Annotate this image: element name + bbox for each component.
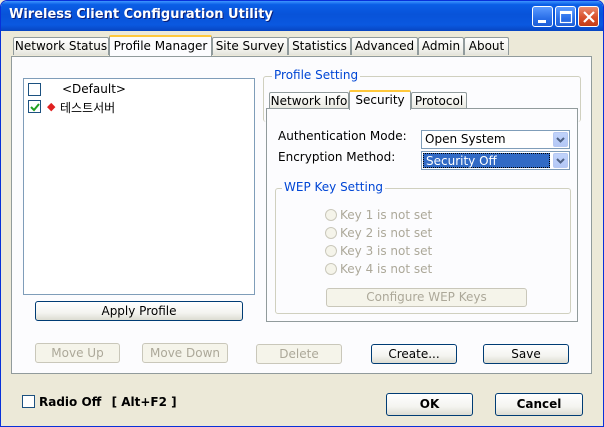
move-up-button[interactable]: Move Up — [35, 343, 120, 363]
configure-wep-keys-button[interactable]: Configure WEP Keys — [326, 288, 527, 307]
wep-key-title: WEP Key Setting — [282, 180, 386, 194]
ok-button[interactable]: OK — [386, 393, 473, 416]
tab-admin[interactable]: Admin — [418, 37, 464, 55]
wep-key-label: Key 1 is not set — [340, 208, 433, 222]
cancel-button[interactable]: Cancel — [495, 393, 583, 416]
maximize-button[interactable] — [555, 6, 576, 27]
auth-mode-label: Authentication Mode: — [278, 129, 407, 143]
create-button[interactable]: Create... — [371, 344, 457, 364]
wep-key-label: Key 4 is not set — [340, 262, 433, 276]
tab-site-survey[interactable]: Site Survey — [212, 37, 288, 55]
list-item[interactable]: ◆ 테스트서버 — [24, 97, 252, 116]
tab-advanced[interactable]: Advanced — [351, 37, 418, 55]
minimize-button[interactable] — [532, 6, 553, 27]
radio-off-checkbox[interactable] — [22, 395, 35, 408]
tab-profile-manager[interactable]: Profile Manager — [109, 35, 212, 56]
auth-mode-value: Open System — [425, 132, 506, 146]
tab-about[interactable]: About — [464, 37, 509, 55]
auth-mode-select[interactable]: Open System — [421, 130, 570, 149]
profile-name: <Default> — [62, 82, 126, 96]
app-window: Wireless Client Configuration Utility Ne… — [0, 0, 604, 427]
close-button[interactable] — [578, 6, 599, 27]
save-button[interactable]: Save — [483, 344, 569, 364]
dropdown-arrow-icon[interactable] — [553, 132, 568, 147]
apply-profile-button[interactable]: Apply Profile — [35, 301, 243, 321]
wep-key-label: Key 2 is not set — [340, 226, 433, 240]
profile-checkbox[interactable] — [28, 83, 41, 96]
radio-off-label: Radio Off — [39, 395, 102, 409]
profile-name: 테스트서버 — [60, 99, 116, 116]
encryption-method-label: Encryption Method: — [278, 150, 396, 164]
checkmark-icon — [30, 103, 40, 112]
radio-off-shortcut: [ Alt+F2 ] — [111, 395, 177, 409]
wep-key-label: Key 3 is not set — [340, 244, 433, 258]
encryption-method-value: Security Off — [423, 153, 550, 168]
radio-off-label-group: Radio Off [ Alt+F2 ] — [39, 395, 177, 409]
title-bar: Wireless Client Configuration Utility — [1, 1, 603, 31]
tab-network-info[interactable]: Network Info — [269, 92, 349, 109]
minimize-icon — [538, 20, 546, 23]
close-icon — [583, 11, 595, 23]
window-title: Wireless Client Configuration Utility — [9, 7, 273, 22]
profile-list[interactable]: <Default> ◆ 테스트서버 — [23, 78, 255, 295]
dropdown-arrow-icon[interactable] — [553, 153, 568, 168]
move-down-button[interactable]: Move Down — [142, 343, 228, 363]
profile-checkbox[interactable] — [28, 100, 41, 113]
profile-setting-title: Profile Setting — [272, 68, 361, 82]
tab-statistics[interactable]: Statistics — [288, 37, 351, 55]
encryption-method-select[interactable]: Security Off — [421, 151, 570, 170]
active-profile-icon: ◆ — [47, 100, 56, 113]
maximize-icon — [559, 10, 573, 24]
tab-network-status[interactable]: Network Status — [13, 37, 109, 55]
tab-security[interactable]: Security — [349, 90, 411, 110]
delete-button[interactable]: Delete — [256, 344, 342, 364]
tab-protocol[interactable]: Protocol — [411, 92, 467, 109]
security-panel: Authentication Mode: Open System Encrypt… — [266, 108, 578, 322]
list-item[interactable]: <Default> — [24, 80, 252, 97]
